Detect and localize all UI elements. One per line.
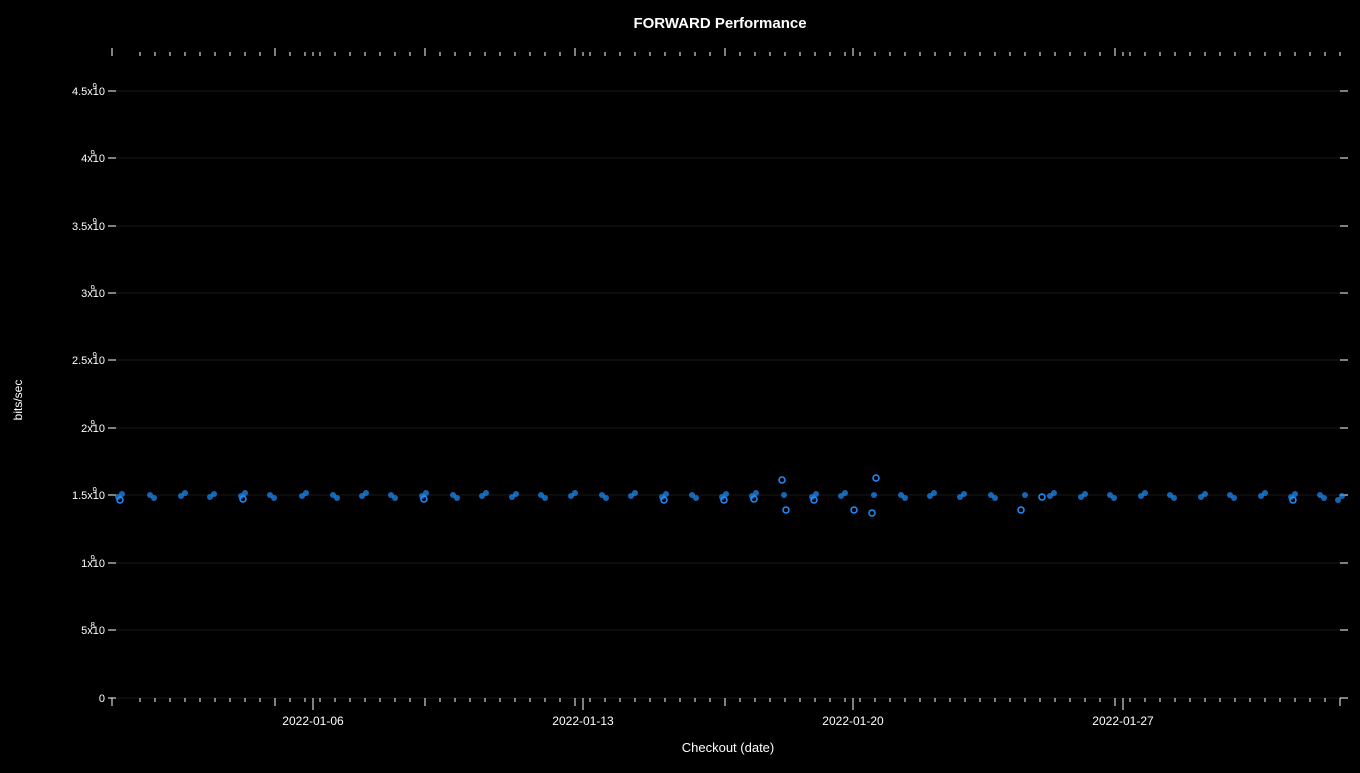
y-label-3e9-sup: 9 [91, 284, 96, 293]
performance-chart: FORWARD Performance // will be rendered … [0, 0, 1360, 768]
y-label-5e8-sup: 8 [91, 621, 96, 630]
y-label-4e9-sup: 9 [91, 149, 96, 158]
x-label-jan13: 2022-01-13 [552, 714, 614, 728]
y-label-25e8-sup: 9 [93, 351, 98, 360]
y-label-15e8: 1.5x10 [72, 490, 105, 502]
y-axis-label: bits/sec [11, 380, 25, 421]
y-label-45e8-sup: 9 [93, 82, 98, 91]
x-label-jan06: 2022-01-06 [282, 714, 344, 728]
y-label-15e8-sup: 9 [93, 486, 98, 495]
y-label-25e8: 2.5x10 [72, 355, 105, 367]
chart-title: FORWARD Performance [633, 15, 806, 32]
y-label-45e8: 4.5x10 [72, 86, 105, 98]
x-label-jan27: 2022-01-27 [1092, 714, 1154, 728]
x-label-jan20: 2022-01-20 [822, 714, 884, 728]
y-label-0: 0 [99, 693, 105, 705]
y-label-35e8-sup: 9 [93, 217, 98, 226]
chart-background [0, 0, 1360, 768]
y-label-2e9-sup: 9 [91, 419, 96, 428]
y-label-1e9-sup: 9 [91, 554, 96, 563]
chart-container: FORWARD Performance // will be rendered … [0, 0, 1360, 768]
y-label-35e8: 3.5x10 [72, 221, 105, 233]
x-axis-label: Checkout (date) [682, 740, 775, 755]
